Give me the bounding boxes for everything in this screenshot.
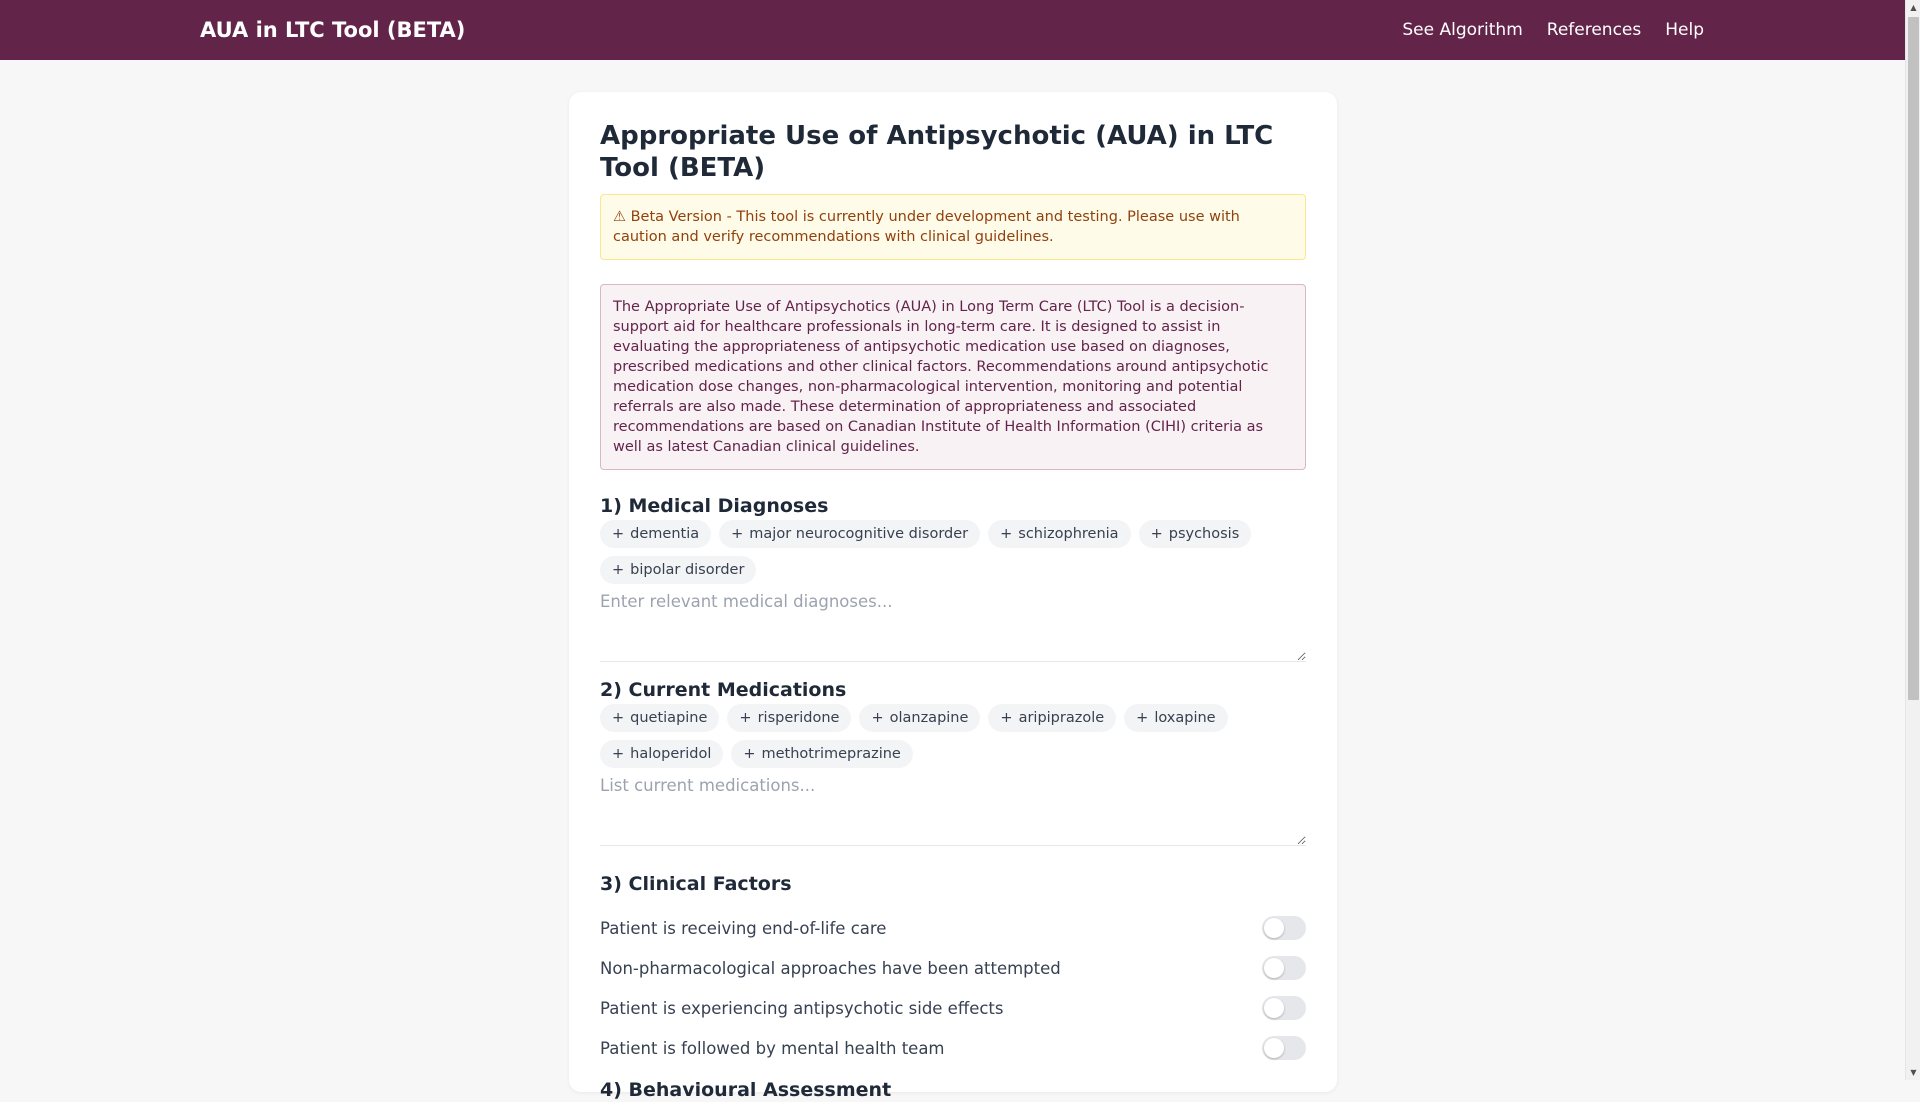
toggle-knob bbox=[1264, 998, 1284, 1018]
diagnoses-input[interactable] bbox=[600, 592, 1306, 662]
factor-label: Non-pharmacological approaches have been… bbox=[600, 958, 1061, 978]
behavioural-heading: 4) Behavioural Assessment bbox=[600, 1079, 892, 1101]
plus-icon: + bbox=[612, 562, 625, 578]
plus-icon: + bbox=[871, 710, 884, 726]
scroll-thumb[interactable] bbox=[1908, 17, 1919, 700]
toggle-knob bbox=[1264, 1038, 1284, 1058]
plus-icon: + bbox=[743, 746, 756, 762]
nav-link-see-algorithm[interactable]: See Algorithm bbox=[1402, 20, 1522, 40]
diagnoses-section: 1) Medical Diagnoses + dementia + major ne… bbox=[600, 494, 1306, 662]
nav-link-references[interactable]: References bbox=[1547, 20, 1641, 40]
beta-warning-alert: ⚠ Beta Version - This tool is currently … bbox=[600, 194, 1306, 260]
chip-haloperidol[interactable]: + haloperidol bbox=[600, 740, 724, 768]
page-title: Appropriate Use of Antipsychotic (AUA) i… bbox=[600, 121, 1274, 183]
tool-description: The Appropriate Use of Antipsychotics (A… bbox=[600, 284, 1306, 470]
chip-risperidone[interactable]: + risperidone bbox=[727, 704, 852, 732]
plus-icon: + bbox=[739, 710, 752, 726]
toggle-knob bbox=[1264, 958, 1284, 978]
medication-chips: + quetiapine + risperidone + olanzapine + ar… bbox=[600, 704, 1306, 768]
clinical-factors-section: 3) Clinical Factors Patient is receiving… bbox=[600, 872, 1306, 1062]
factor-end-of-life-care: Patient is receiving end-of-life care bbox=[600, 914, 1306, 942]
plus-icon: + bbox=[612, 746, 625, 762]
chip-loxapine[interactable]: + loxapine bbox=[1124, 704, 1228, 732]
nav-links: See Algorithm References Help bbox=[1402, 0, 1704, 60]
diagnosis-chips: + dementia + major neurocognitive disorder… bbox=[600, 520, 1306, 584]
factor-label: Patient is experiencing antipsychotic si… bbox=[600, 998, 1004, 1018]
toggle-knob bbox=[1264, 918, 1284, 938]
brand-title[interactable]: AUA in LTC Tool (BETA) bbox=[200, 0, 465, 60]
chip-olanzapine[interactable]: + olanzapine bbox=[859, 704, 981, 732]
scroll-down-arrow-icon[interactable]: ▼ bbox=[1906, 1065, 1920, 1080]
factor-non-pharmacological: Non-pharmacological approaches have been… bbox=[600, 954, 1306, 982]
clinical-factors-heading: 3) Clinical Factors bbox=[600, 873, 792, 895]
chip-quetiapine[interactable]: + quetiapine bbox=[600, 704, 720, 732]
medications-heading: 2) Current Medications bbox=[600, 679, 847, 701]
chip-schizophrenia[interactable]: + schizophrenia bbox=[988, 520, 1131, 548]
vertical-scrollbar[interactable]: ▲ ▼ bbox=[1905, 0, 1920, 1080]
diagnoses-heading: 1) Medical Diagnoses bbox=[600, 495, 829, 517]
mental-health-team-toggle[interactable] bbox=[1262, 1036, 1306, 1060]
plus-icon: + bbox=[731, 526, 744, 542]
nav-link-help[interactable]: Help bbox=[1665, 20, 1704, 40]
main-card: Appropriate Use of Antipsychotic (AUA) i… bbox=[569, 92, 1337, 1101]
plus-icon: + bbox=[1136, 710, 1149, 726]
clinical-factors-list: Patient is receiving end-of-life care No… bbox=[600, 914, 1306, 1062]
chip-major-neurocognitive-disorder[interactable]: + major neurocognitive disorder bbox=[719, 520, 981, 548]
plus-icon: + bbox=[1000, 526, 1013, 542]
plus-icon: + bbox=[612, 710, 625, 726]
chip-psychosis[interactable]: + psychosis bbox=[1138, 520, 1252, 548]
end-of-life-toggle[interactable] bbox=[1262, 916, 1306, 940]
factor-label: Patient is receiving end-of-life care bbox=[600, 918, 887, 938]
chip-aripiprazole[interactable]: + aripiprazole bbox=[988, 704, 1117, 732]
non-pharmacological-toggle[interactable] bbox=[1262, 956, 1306, 980]
chip-dementia[interactable]: + dementia bbox=[600, 520, 712, 548]
scroll-up-arrow-icon[interactable]: ▲ bbox=[1906, 0, 1920, 15]
behavioural-section: 4) Behavioural Assessment bbox=[600, 1078, 1306, 1102]
side-effects-toggle[interactable] bbox=[1262, 996, 1306, 1020]
factor-mental-health-team: Patient is followed by mental health tea… bbox=[600, 1034, 1306, 1062]
plus-icon: + bbox=[1000, 710, 1013, 726]
factor-side-effects: Patient is experiencing antipsychotic si… bbox=[600, 994, 1306, 1022]
chip-bipolar-disorder[interactable]: + bipolar disorder bbox=[600, 556, 757, 584]
chip-methotrimeprazine[interactable]: + methotrimeprazine bbox=[731, 740, 913, 768]
top-navbar: AUA in LTC Tool (BETA) See Algorithm Ref… bbox=[0, 0, 1905, 60]
medications-section: 2) Current Medications + quetiapine + risp… bbox=[600, 678, 1306, 846]
factor-label: Patient is followed by mental health tea… bbox=[600, 1038, 945, 1058]
plus-icon: + bbox=[1150, 526, 1163, 542]
plus-icon: + bbox=[612, 526, 625, 542]
medications-input[interactable] bbox=[600, 776, 1306, 846]
